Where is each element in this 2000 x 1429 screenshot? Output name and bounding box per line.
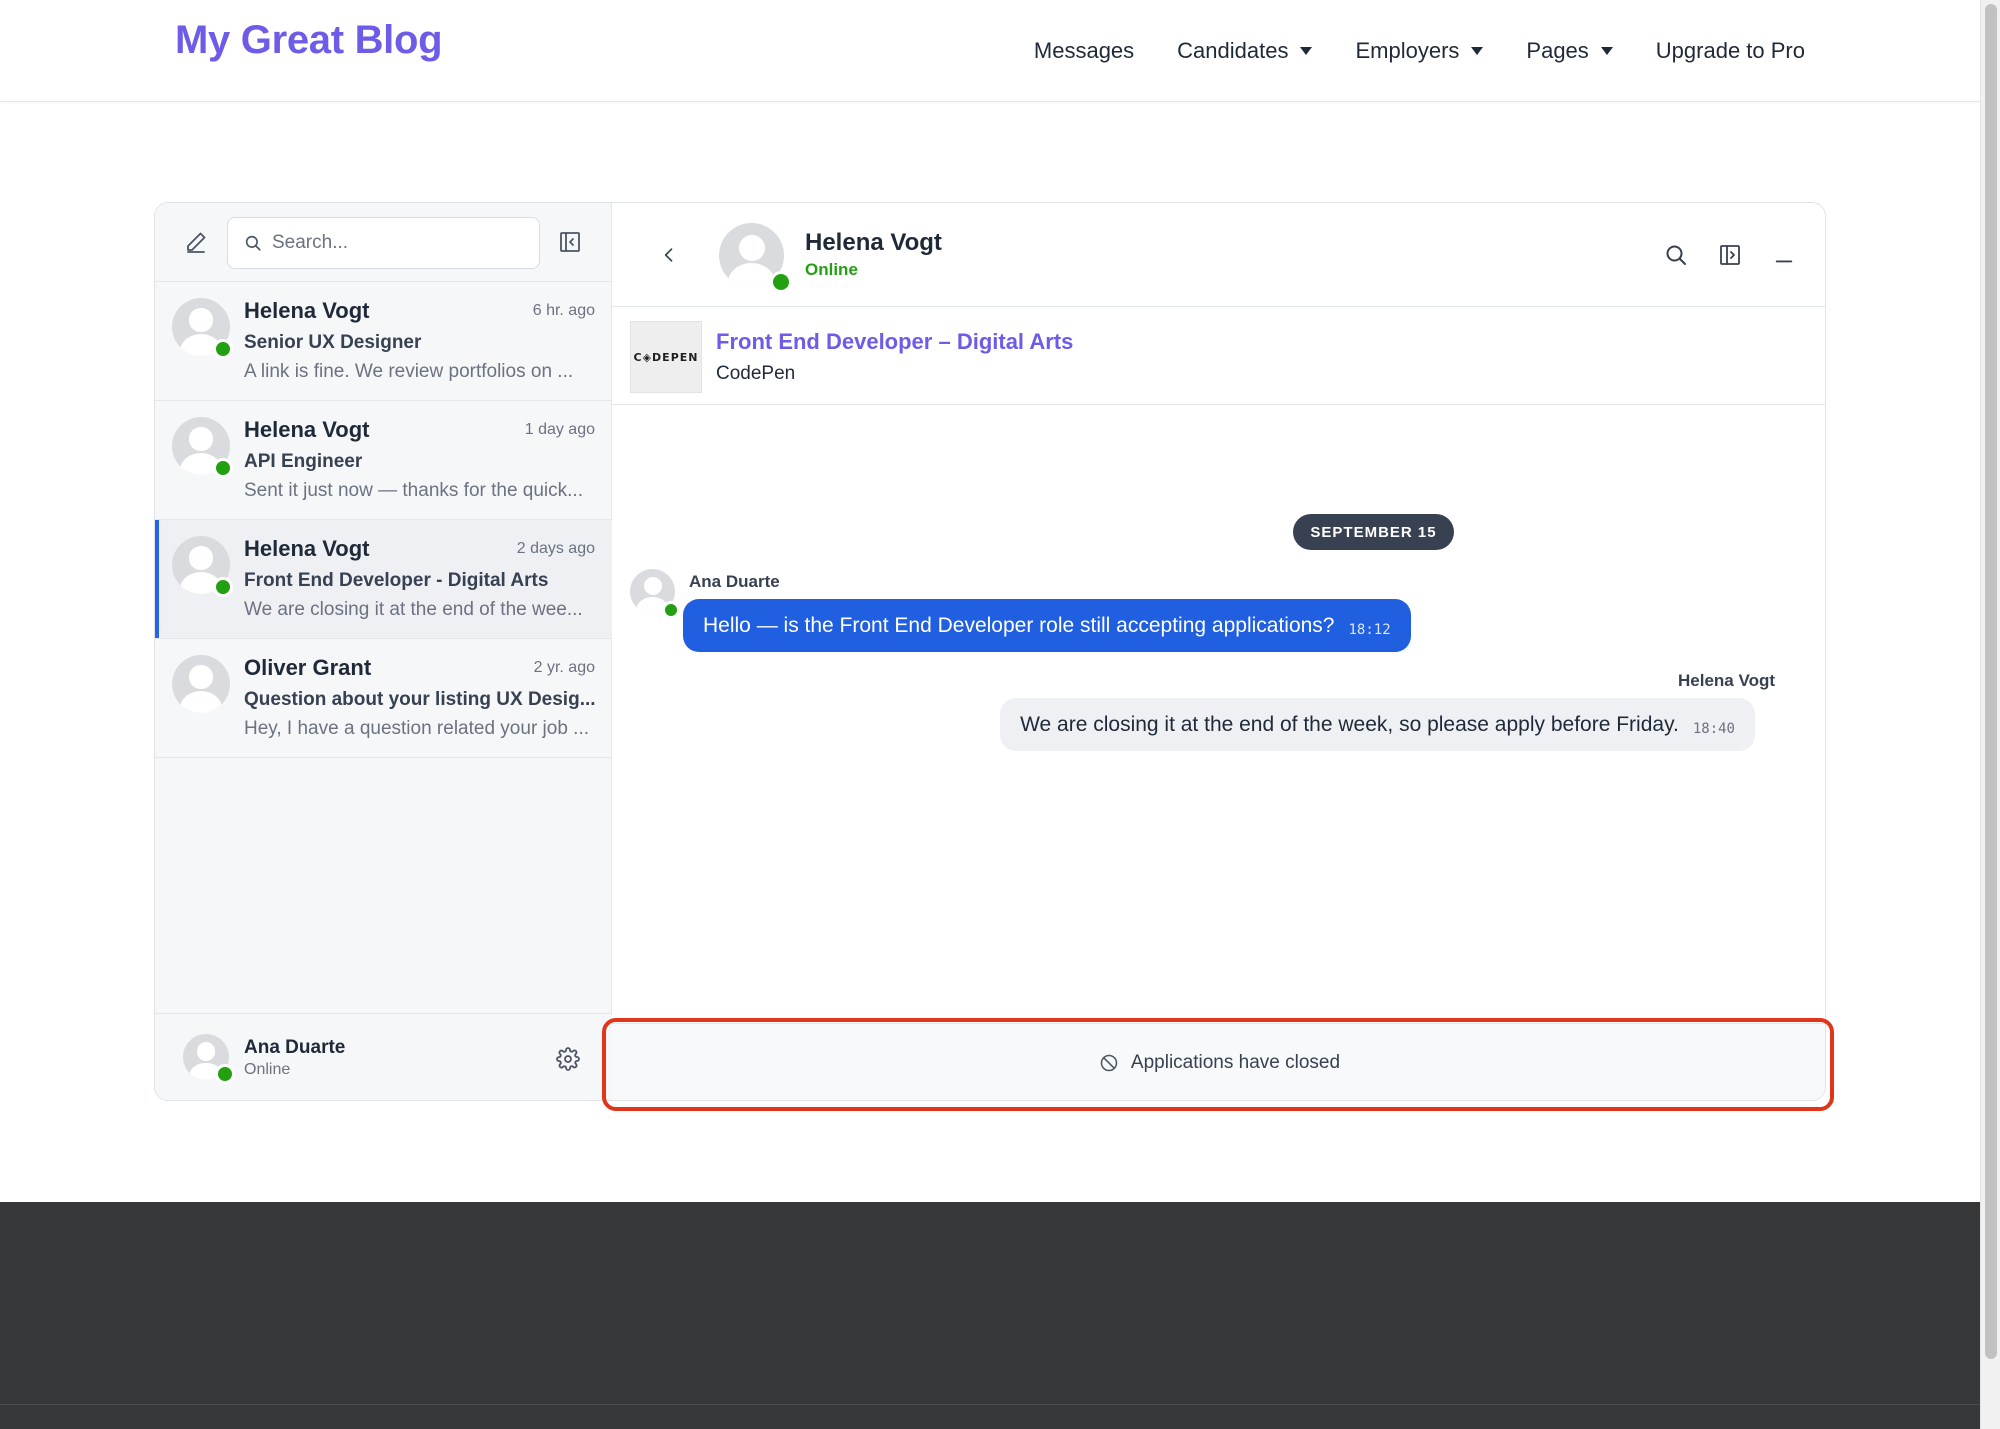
footer-divider xyxy=(0,1404,1980,1405)
conversation-item[interactable]: Oliver Grant 2 yr. ago Question about yo… xyxy=(155,639,612,758)
nav-pages[interactable]: Pages xyxy=(1526,38,1613,64)
conversation-name: Helena Vogt xyxy=(244,298,370,323)
nav-messages[interactable]: Messages xyxy=(1034,38,1134,64)
conversation-sidebar: Helena Vogt 6 hr. ago Senior UX Designer… xyxy=(155,203,612,1100)
nav-candidates[interactable]: Candidates xyxy=(1177,38,1313,64)
expand-icon[interactable] xyxy=(1823,240,1825,270)
message-text: Hello — is the Front End Developer role … xyxy=(703,613,1335,637)
search-icon[interactable] xyxy=(1661,240,1691,270)
nav-employers-label: Employers xyxy=(1355,38,1460,63)
conversation-time: 2 yr. ago xyxy=(533,659,595,676)
job-listing-card: C◈DEPEN Front End Developer – Digital Ar… xyxy=(612,307,1825,405)
online-indicator xyxy=(213,458,233,478)
conversation-name: Helena Vogt xyxy=(244,536,370,561)
scrollbar-thumb[interactable] xyxy=(1985,4,1997,1359)
job-title-link[interactable]: Front End Developer – Digital Arts xyxy=(716,329,1073,355)
conversation-list: Helena Vogt 6 hr. ago Senior UX Designer… xyxy=(155,282,612,758)
prohibited-icon xyxy=(1100,1054,1118,1072)
message-bubble-sent: Hello — is the Front End Developer role … xyxy=(683,599,1411,652)
caret-down-icon xyxy=(1300,47,1313,55)
contact-status: Online xyxy=(805,260,858,279)
message-sender: Ana Duarte xyxy=(689,572,780,591)
conversation-item[interactable]: Helena Vogt 6 hr. ago Senior UX Designer… xyxy=(155,282,612,401)
conversation-preview: We are closing it at the end of the wee.… xyxy=(244,599,583,620)
job-company: CodePen xyxy=(716,363,796,384)
closed-notice-text: Applications have closed xyxy=(1130,1052,1341,1073)
conversation-time: 6 hr. ago xyxy=(532,302,595,319)
site-header: My Great Blog Messages Candidates Employ… xyxy=(0,0,1980,102)
message-bubble-received: We are closing it at the end of the week… xyxy=(1000,698,1755,751)
chat-panel: Helena Vogt Online C◈DEPEN Front End Dev… xyxy=(612,203,1825,1100)
online-indicator xyxy=(215,1064,235,1084)
back-chevron-icon[interactable] xyxy=(654,240,684,270)
caret-down-icon xyxy=(1471,47,1484,55)
applications-closed-notice: Applications have closed xyxy=(612,1023,1825,1100)
nav-upgrade-label: Upgrade to Pro xyxy=(1655,38,1805,63)
messenger-window: Helena Vogt 6 hr. ago Senior UX Designer… xyxy=(154,202,1826,1101)
nav-pages-label: Pages xyxy=(1526,38,1589,63)
conversation-subject: API Engineer xyxy=(244,451,363,472)
search-icon xyxy=(245,235,261,251)
nav-candidates-label: Candidates xyxy=(1177,38,1289,63)
message-time: 18:12 xyxy=(1348,621,1391,638)
search-input[interactable] xyxy=(272,232,522,254)
current-user-panel: Ana Duarte Online xyxy=(155,1013,612,1100)
conversation-item-active[interactable]: Helena Vogt 2 days ago Front End Develop… xyxy=(155,520,612,639)
message-time: 18:40 xyxy=(1692,720,1735,737)
conversation-subject: Senior UX Designer xyxy=(244,332,422,353)
site-footer xyxy=(0,1202,1980,1429)
online-indicator xyxy=(770,271,792,293)
conversation-preview: Sent it just now — thanks for the quick.… xyxy=(244,480,583,501)
toggle-details-panel-icon[interactable] xyxy=(1715,240,1745,270)
compose-icon[interactable] xyxy=(181,227,211,257)
conversation-preview: A link is fine. We review portfolios on … xyxy=(244,361,574,382)
page-scrollbar[interactable] xyxy=(1980,0,2000,1429)
conversation-name: Oliver Grant xyxy=(244,655,372,680)
avatar xyxy=(172,655,230,713)
contact-name: Helena Vogt xyxy=(805,229,942,256)
conversation-name: Helena Vogt xyxy=(244,417,370,442)
message-sender: Helena Vogt xyxy=(1678,671,1775,690)
search-field[interactable] xyxy=(227,217,540,269)
date-divider: SEPTEMBER 15 xyxy=(1293,514,1454,550)
current-user-name: Ana Duarte xyxy=(244,1037,346,1058)
minimize-icon[interactable] xyxy=(1769,240,1799,270)
conversation-subject: Question about your listing UX Desig... xyxy=(244,689,596,710)
conversation-preview: Hey, I have a question related your job … xyxy=(244,718,590,739)
message-text: We are closing it at the end of the week… xyxy=(1020,712,1679,736)
settings-gear-icon[interactable] xyxy=(553,1044,583,1074)
conversation-item[interactable]: Helena Vogt 1 day ago API Engineer Sent … xyxy=(155,401,612,520)
online-indicator xyxy=(213,339,233,359)
caret-down-icon xyxy=(1600,47,1613,55)
nav-messages-label: Messages xyxy=(1033,38,1135,63)
online-indicator xyxy=(213,577,233,597)
conversation-time: 1 day ago xyxy=(524,421,595,438)
conversation-subject: Front End Developer - Digital Arts xyxy=(244,570,549,591)
collapse-sidebar-icon[interactable] xyxy=(555,227,585,257)
chat-header: Helena Vogt Online xyxy=(612,203,1825,307)
nav-employers[interactable]: Employers xyxy=(1355,38,1484,64)
conversation-time: 2 days ago xyxy=(516,540,595,557)
sidebar-toolbar xyxy=(155,203,611,282)
main-nav: Messages Candidates Employers Pages Upgr… xyxy=(1034,38,1805,64)
site-logo[interactable]: My Great Blog xyxy=(175,18,443,63)
online-indicator xyxy=(662,601,680,619)
company-logo: C◈DEPEN xyxy=(630,321,702,393)
nav-upgrade[interactable]: Upgrade to Pro xyxy=(1656,38,1805,64)
current-user-status: Online xyxy=(244,1061,291,1078)
